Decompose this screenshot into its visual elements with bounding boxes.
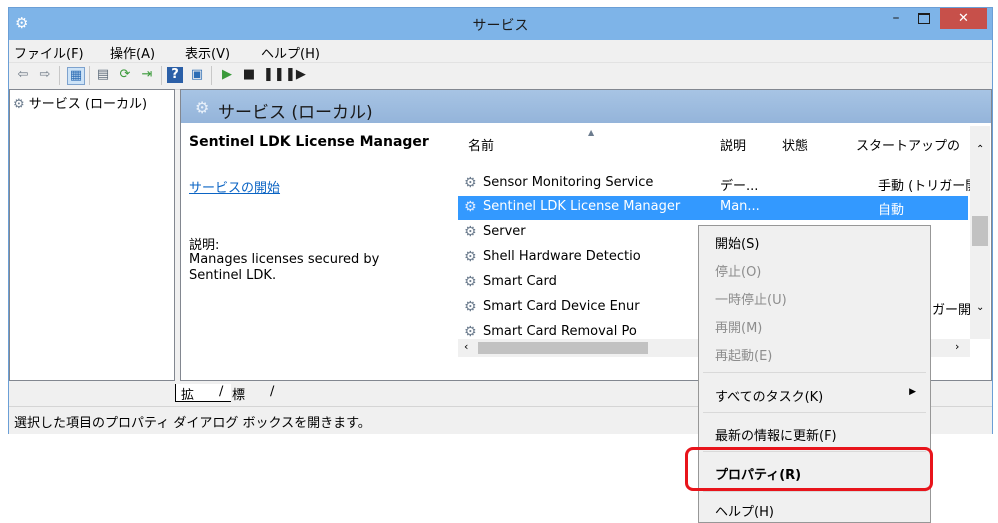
description-label: 説明:	[189, 238, 220, 253]
status-text: 選択した項目のプロパティ ダイアログ ボックスを開きます。	[14, 416, 371, 431]
menu-item-restart: 再起動(E)	[715, 349, 773, 364]
description-text: Manages licenses secured by Sentinel LDK…	[189, 252, 380, 283]
show-action-pane-icon[interactable]: ▣	[189, 67, 205, 83]
services-gear-icon: ⚙	[13, 97, 25, 112]
service-gear-icon: ⚙	[464, 274, 477, 290]
menu-file[interactable]: ファイル(F)	[14, 43, 84, 62]
show-hide-tree-icon[interactable]: ▦	[67, 67, 85, 85]
minimize-button[interactable]: –	[883, 8, 909, 30]
content-title: サービス (ローカル)	[218, 103, 373, 123]
horizontal-scroll-thumb[interactable]	[478, 342, 648, 354]
column-header-status[interactable]: 状態	[782, 135, 808, 154]
column-header-name[interactable]: 名前	[468, 135, 494, 154]
column-header-description[interactable]: 説明	[720, 135, 746, 154]
menu-view[interactable]: 表示(V)	[185, 43, 230, 62]
menu-item-pause: 一時停止(U)	[715, 293, 787, 308]
menu-help[interactable]: ヘルプ(H)	[261, 43, 320, 62]
service-gear-icon: ⚙	[464, 324, 477, 339]
forward-icon[interactable]: ⇨	[37, 67, 53, 83]
vertical-scroll-thumb[interactable]	[972, 216, 988, 246]
menu-action[interactable]: 操作(A)	[110, 43, 155, 62]
menu-item-stop: 停止(O)	[715, 265, 762, 280]
start-service-icon[interactable]: ▶	[219, 67, 235, 83]
restart-service-icon[interactable]: ❚▶	[285, 67, 306, 83]
annotation-highlight-box	[685, 447, 933, 491]
refresh-icon[interactable]: ⟳	[117, 67, 133, 83]
scroll-up-icon[interactable]: ⌃	[976, 144, 984, 155]
service-gear-icon: ⚙	[464, 224, 477, 240]
submenu-arrow-icon: ▶	[909, 387, 916, 397]
service-gear-icon: ⚙	[464, 249, 477, 265]
menu-item-help[interactable]: ヘルプ(H)	[699, 497, 930, 523]
service-gear-icon: ⚙	[464, 175, 477, 191]
services-gear-icon: ⚙	[195, 98, 210, 117]
properties-icon[interactable]: ▤	[95, 67, 111, 83]
menu-item-start[interactable]: 開始(S)	[699, 229, 930, 255]
table-row[interactable]: ⚙ Sensor Monitoring Service デー... 手動 (トリ…	[458, 172, 978, 196]
toolbar: ⇦ ⇨ ▦ ▤ ⟳ ⇥ ? ▣ ▶ ■ ❚❚ ❚▶	[9, 62, 992, 90]
maximize-icon	[918, 13, 930, 24]
menu-item-all-tasks[interactable]: すべてのタスク(K) ▶	[699, 382, 930, 408]
scroll-left-icon[interactable]: ‹	[464, 340, 468, 353]
tree-pane: ⚙ サービス (ローカル)	[9, 89, 175, 381]
title-bar[interactable]: ⚙ サービス – ✕	[9, 8, 992, 40]
help-icon[interactable]: ?	[167, 67, 183, 83]
pause-service-icon[interactable]: ❚❚	[263, 67, 285, 83]
menu-bar: ファイル(F) 操作(A) 表示(V) ヘルプ(H)	[9, 40, 992, 62]
menu-item-refresh[interactable]: 最新の情報に更新(F)	[699, 421, 930, 447]
service-gear-icon: ⚙	[464, 299, 477, 315]
sort-ascending-icon: ▲	[588, 128, 595, 137]
table-row-selected[interactable]: ⚙ Sentinel LDK License Manager Man... 自動	[458, 196, 968, 220]
close-button[interactable]: ✕	[940, 8, 987, 29]
window-title: サービス	[472, 18, 529, 34]
service-gear-icon: ⚙	[464, 199, 477, 215]
back-icon[interactable]: ⇦	[15, 67, 31, 83]
menu-item-resume: 再開(M)	[715, 321, 763, 336]
tree-item-services-local[interactable]: ⚙ サービス (ローカル)	[13, 93, 147, 112]
start-service-link[interactable]: サービスの開始	[189, 177, 280, 196]
export-list-icon[interactable]: ⇥	[139, 67, 155, 83]
content-header: ⚙ サービス (ローカル)	[181, 90, 991, 123]
vertical-scrollbar[interactable]: ⌃ ⌄	[970, 126, 990, 339]
scroll-down-icon[interactable]: ⌄	[976, 302, 984, 313]
column-header-startup-type[interactable]: スタートアップの	[856, 135, 960, 154]
maximize-button[interactable]	[911, 8, 937, 30]
detail-service-name: Sentinel LDK License Manager	[189, 134, 429, 150]
stop-service-icon[interactable]: ■	[241, 67, 257, 83]
scroll-right-icon[interactable]: ›	[955, 340, 959, 353]
